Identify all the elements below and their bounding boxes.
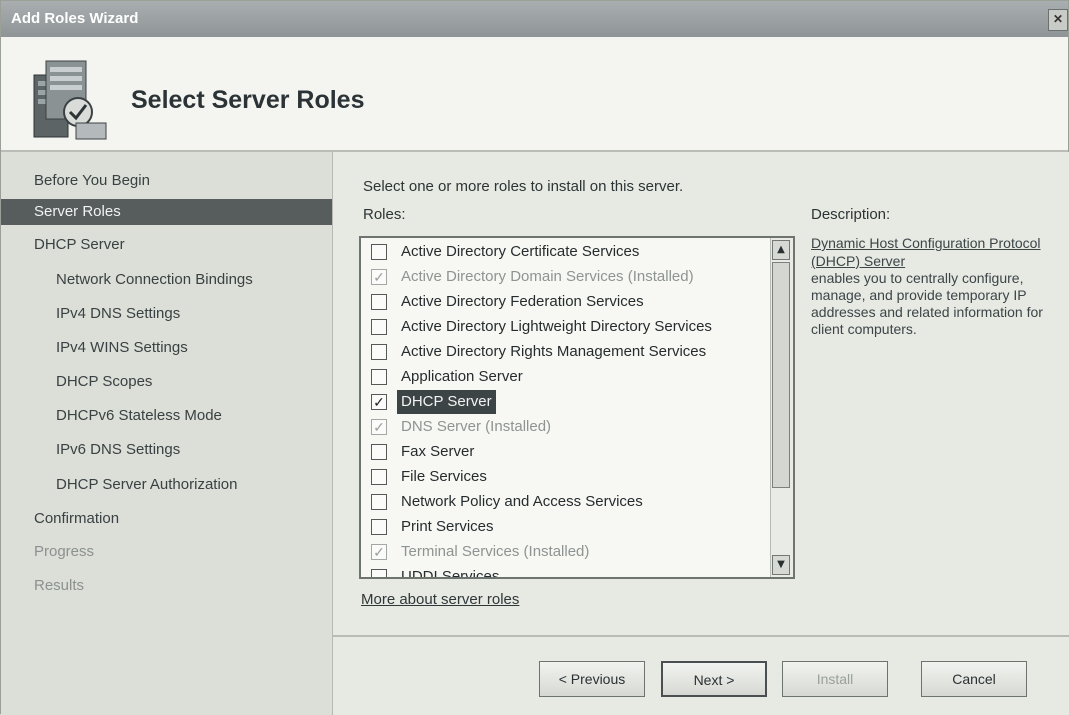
role-label: DHCP Server bbox=[397, 390, 496, 414]
install-button: Install bbox=[782, 661, 888, 697]
server-roles-icon bbox=[33, 60, 107, 140]
next-button[interactable]: Next > bbox=[661, 661, 767, 697]
sidebar-item-ipv6-dns-settings[interactable]: IPv6 DNS Settings bbox=[1, 437, 332, 463]
description-link[interactable]: Dynamic Host Configuration Protocol (DHC… bbox=[811, 234, 1051, 270]
sidebar-item-confirmation[interactable]: Confirmation bbox=[1, 506, 332, 532]
sidebar-item-dhcp-scopes[interactable]: DHCP Scopes bbox=[1, 369, 332, 395]
page-title: Select Server Roles bbox=[131, 86, 365, 114]
more-about-roles-link[interactable]: More about server roles bbox=[361, 591, 519, 608]
role-item-dns-server: ✓ DNS Server (Installed) bbox=[371, 415, 771, 440]
sidebar-item-ipv4-dns-settings[interactable]: IPv4 DNS Settings bbox=[1, 301, 332, 327]
role-label: Print Services bbox=[401, 518, 494, 535]
role-label: Active Directory Rights Management Servi… bbox=[401, 343, 707, 360]
roles-scrollbar[interactable]: ▲ ▼ bbox=[770, 238, 793, 577]
description-title: Description: bbox=[811, 206, 891, 223]
role-item-fax-server[interactable]: Fax Server bbox=[371, 440, 771, 465]
role-label: Active Directory Lightweight Directory S… bbox=[401, 318, 712, 335]
scroll-thumb[interactable] bbox=[772, 262, 790, 488]
role-item-application-server[interactable]: Application Server bbox=[371, 365, 771, 390]
role-label: Active Directory Certificate Services bbox=[401, 243, 640, 260]
sidebar-item-results: Results bbox=[34, 577, 85, 594]
role-checkbox: ✓ bbox=[371, 544, 387, 560]
role-checkbox: ✓ bbox=[371, 419, 387, 435]
role-checkbox[interactable] bbox=[371, 294, 387, 310]
role-checkbox[interactable] bbox=[371, 469, 387, 485]
role-item-ad-certificate-services[interactable]: Active Directory Certificate Services bbox=[371, 240, 771, 265]
title-bar: Add Roles Wizard ✕ bbox=[1, 1, 1068, 37]
role-checkbox[interactable] bbox=[371, 319, 387, 335]
roles-listbox[interactable]: Active Directory Certificate Services ✓ … bbox=[359, 236, 795, 579]
sidebar-item-network-connection-bindings[interactable]: Network Connection Bindings bbox=[1, 267, 332, 293]
role-checkbox[interactable] bbox=[371, 444, 387, 460]
sidebar-item-server-roles[interactable]: Server Roles bbox=[1, 199, 332, 225]
role-item-ad-rights-management-services[interactable]: Active Directory Rights Management Servi… bbox=[371, 340, 771, 365]
sidebar-item-dhcp-server[interactable]: DHCP Server bbox=[1, 232, 332, 258]
role-checkbox: ✓ bbox=[371, 269, 387, 285]
cancel-button[interactable]: Cancel bbox=[921, 661, 1027, 697]
role-checkbox[interactable] bbox=[371, 519, 387, 535]
role-label: Network Policy and Access Services bbox=[401, 493, 643, 510]
role-item-ad-domain-services: ✓ Active Directory Domain Services (Inst… bbox=[371, 265, 771, 290]
role-checkbox[interactable] bbox=[371, 344, 387, 360]
wizard-steps-sidebar: Before You Begin Server Roles DHCP Serve… bbox=[1, 152, 333, 715]
role-item-print-services[interactable]: Print Services bbox=[371, 515, 771, 540]
wizard-header: Select Server Roles bbox=[1, 37, 1068, 152]
role-label: File Services bbox=[401, 468, 487, 485]
role-checkbox[interactable] bbox=[371, 494, 387, 510]
sidebar-item-progress: Progress bbox=[34, 543, 95, 560]
previous-button[interactable]: < Previous bbox=[539, 661, 645, 697]
role-item-uddi-services[interactable]: UDDI Services bbox=[371, 565, 771, 579]
role-checkbox[interactable] bbox=[371, 244, 387, 260]
role-item-dhcp-server[interactable]: ✓ DHCP Server bbox=[371, 390, 771, 415]
role-checkbox[interactable] bbox=[371, 569, 387, 577]
footer-divider bbox=[333, 635, 1069, 637]
sidebar-item-dhcpv6-stateless-mode[interactable]: DHCPv6 Stateless Mode bbox=[1, 403, 332, 429]
role-label: Active Directory Federation Services bbox=[401, 293, 644, 310]
description-text: enables you to centrally configure, mana… bbox=[811, 270, 1043, 337]
role-item-terminal-services: ✓ Terminal Services (Installed) bbox=[371, 540, 771, 565]
role-label: DNS Server (Installed) bbox=[401, 418, 552, 435]
role-checkbox[interactable]: ✓ bbox=[371, 394, 387, 410]
role-label: Fax Server bbox=[401, 443, 475, 460]
role-item-file-services[interactable]: File Services bbox=[371, 465, 771, 490]
wizard-window: Add Roles Wizard ✕ Select Server Roles B… bbox=[0, 0, 1069, 715]
sidebar-item-ipv4-wins-settings[interactable]: IPv4 WINS Settings bbox=[1, 335, 332, 361]
sidebar-item-dhcp-server-authorization[interactable]: DHCP Server Authorization bbox=[1, 472, 332, 498]
roles-label: Roles: bbox=[363, 206, 406, 223]
role-item-ad-lightweight-directory-services[interactable]: Active Directory Lightweight Directory S… bbox=[371, 315, 771, 340]
sidebar-item-before-you-begin[interactable]: Before You Begin bbox=[1, 168, 332, 194]
close-icon[interactable]: ✕ bbox=[1048, 9, 1068, 31]
scroll-down-icon[interactable]: ▼ bbox=[772, 555, 790, 575]
role-item-network-policy-access-services[interactable]: Network Policy and Access Services bbox=[371, 490, 771, 515]
role-checkbox[interactable] bbox=[371, 369, 387, 385]
scroll-up-icon[interactable]: ▲ bbox=[772, 240, 790, 260]
role-label: Terminal Services (Installed) bbox=[401, 543, 590, 560]
instruction-text: Select one or more roles to install on t… bbox=[363, 178, 684, 195]
role-label: Active Directory Domain Services (Instal… bbox=[401, 268, 694, 285]
window-title: Add Roles Wizard bbox=[11, 10, 139, 27]
role-item-ad-federation-services[interactable]: Active Directory Federation Services bbox=[371, 290, 771, 315]
role-label: Application Server bbox=[401, 368, 523, 385]
role-label: UDDI Services bbox=[401, 568, 500, 579]
